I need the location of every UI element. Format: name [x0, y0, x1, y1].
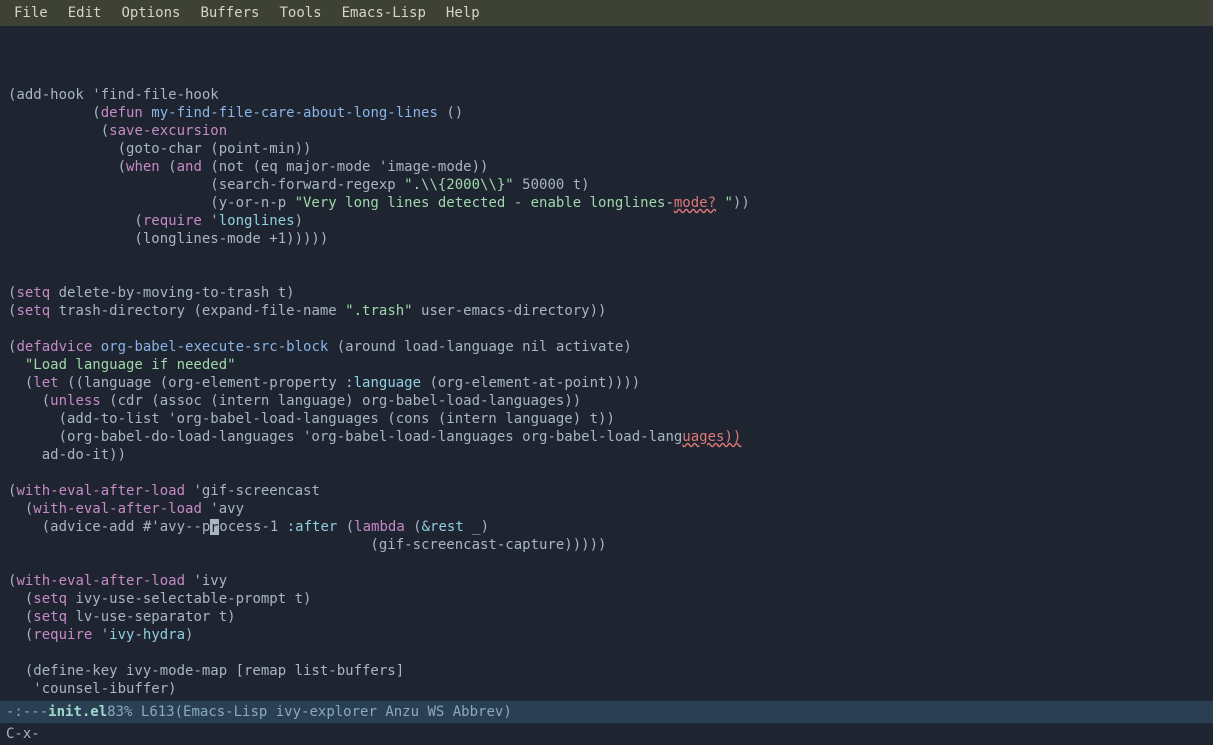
code-line: (with-eval-after-load 'gif-screencast [8, 482, 1205, 500]
code-line: (setq lv-use-separator t) [8, 608, 1205, 626]
code-line: (goto-char (point-min)) [8, 140, 1205, 158]
code-line: (let ((language (org-element-property :l… [8, 374, 1205, 392]
code-line: (require 'longlines) [8, 212, 1205, 230]
code-line [8, 320, 1205, 338]
code-line [8, 32, 1205, 50]
code-line: (require 'ivy-hydra) [8, 626, 1205, 644]
code-line: (longlines-mode +1))))) [8, 230, 1205, 248]
code-line: "Load language if needed" [8, 356, 1205, 374]
code-line: (add-hook 'find-file-hook [8, 86, 1205, 104]
code-line: (define-key ivy-mode-map [remap list-buf… [8, 662, 1205, 680]
code-line: (add-to-list 'org-babel-load-languages (… [8, 410, 1205, 428]
code-line: (save-excursion [8, 122, 1205, 140]
buffer-name: init.el [48, 704, 107, 720]
menu-options[interactable]: Options [113, 3, 188, 23]
menu-help[interactable]: Help [438, 3, 488, 23]
code-line [8, 266, 1205, 284]
menu-tools[interactable]: Tools [271, 3, 329, 23]
code-line [8, 554, 1205, 572]
code-line [8, 248, 1205, 266]
menu-edit[interactable]: Edit [60, 3, 110, 23]
code-line: (y-or-n-p "Very long lines detected - en… [8, 194, 1205, 212]
minibuffer[interactable]: C-x- [0, 723, 1213, 745]
code-line: (search-forward-regexp ".\\{2000\\}" 500… [8, 176, 1205, 194]
code-line: (defun my-find-file-care-about-long-line… [8, 104, 1205, 122]
code-line: (unless (cdr (assoc (intern language) or… [8, 392, 1205, 410]
code-line [8, 464, 1205, 482]
menu-file[interactable]: File [6, 3, 56, 23]
code-line: (gif-screencast-capture))))) [8, 536, 1205, 554]
code-line: (with-eval-after-load 'avy [8, 500, 1205, 518]
code-line: (defadvice org-babel-execute-src-block (… [8, 338, 1205, 356]
code-line: (with-eval-after-load 'ivy [8, 572, 1205, 590]
menu-emacs-lisp[interactable]: Emacs-Lisp [334, 3, 434, 23]
major-minor-modes: (Emacs-Lisp ivy-explorer Anzu WS Abbrev) [175, 704, 512, 720]
code-line [8, 68, 1205, 86]
mode-line[interactable]: -:--- init.el 83% L613 (Emacs-Lisp ivy-e… [0, 701, 1213, 723]
text-cursor: r [210, 519, 219, 535]
menu-bar: File Edit Options Buffers Tools Emacs-Li… [0, 0, 1213, 26]
minibuffer-prompt: C-x- [6, 726, 40, 742]
code-line: 'counsel-ibuffer) [8, 680, 1205, 698]
code-line [8, 50, 1205, 68]
code-line: (advice-add #'avy--process-1 :after (lam… [8, 518, 1205, 536]
buffer-position: 83% L613 [107, 704, 174, 720]
editor-buffer[interactable]: (add-hook 'find-file-hook (defun my-find… [0, 26, 1213, 701]
modeline-status: -:--- [6, 704, 48, 720]
code-line: (org-babel-do-load-languages 'org-babel-… [8, 428, 1205, 446]
menu-buffers[interactable]: Buffers [192, 3, 267, 23]
code-line: (setq delete-by-moving-to-trash t) [8, 284, 1205, 302]
code-line [8, 644, 1205, 662]
code-line: (setq ivy-use-selectable-prompt t) [8, 590, 1205, 608]
code-line: (setq trash-directory (expand-file-name … [8, 302, 1205, 320]
code-line: (when (and (not (eq major-mode 'image-mo… [8, 158, 1205, 176]
code-line: ad-do-it)) [8, 446, 1205, 464]
